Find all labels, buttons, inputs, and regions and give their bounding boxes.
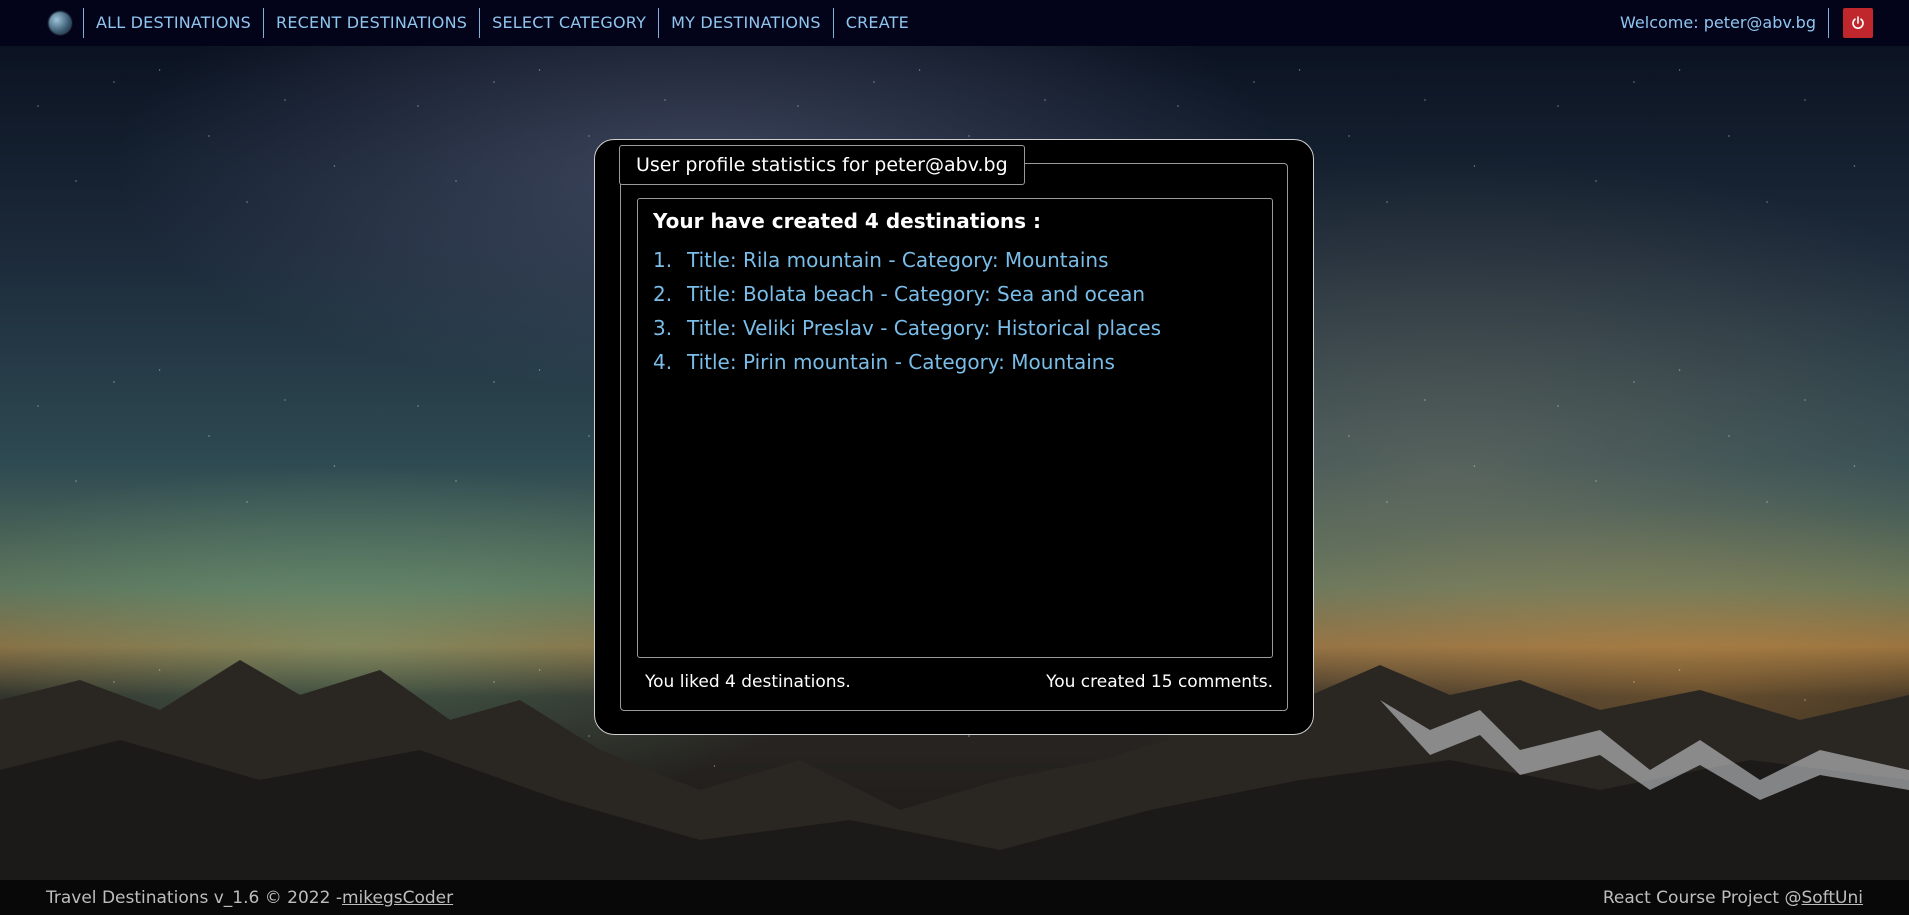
nav-all-destinations[interactable]: ALL DESTINATIONS [83, 8, 263, 38]
destinations-list: 1. Title: Rila mountain - Category: Moun… [653, 243, 1161, 379]
user-area: Welcome: peter@abv.bg [1620, 8, 1873, 38]
destination-link[interactable]: Title: Bolata beach - Category: Sea and … [687, 277, 1145, 311]
list-number: 4. [653, 350, 673, 374]
list-item[interactable]: 4. Title: Pirin mountain - Category: Mou… [653, 345, 1161, 379]
list-item[interactable]: 1. Title: Rila mountain - Category: Moun… [653, 243, 1161, 277]
logout-button[interactable] [1843, 8, 1873, 38]
list-number: 3. [653, 316, 673, 340]
list-number: 1. [653, 248, 673, 272]
profile-legend: User profile statistics for peter@abv.bg [619, 145, 1025, 185]
destination-link[interactable]: Title: Veliki Preslav - Category: Histor… [687, 311, 1161, 345]
list-number: 2. [653, 282, 673, 306]
nav-my-destinations[interactable]: MY DESTINATIONS [658, 8, 833, 38]
nav-create[interactable]: CREATE [832, 8, 921, 38]
welcome-text: Welcome: peter@abv.bg [1620, 8, 1829, 38]
globe-icon[interactable] [49, 12, 71, 34]
power-icon [1852, 16, 1864, 29]
footer-right: React Course Project @SoftUni [1603, 888, 1863, 908]
softuni-link[interactable]: SoftUni [1802, 888, 1863, 908]
author-link[interactable]: mikegsCoder [342, 888, 453, 908]
created-heading: Your have created 4 destinations : [653, 209, 1042, 233]
main-nav: ALL DESTINATIONS RECENT DESTINATIONS SEL… [83, 8, 921, 38]
nav-select-category[interactable]: SELECT CATEGORY [479, 8, 658, 38]
list-item[interactable]: 2. Title: Bolata beach - Category: Sea a… [653, 277, 1161, 311]
footer-left: Travel Destinations v_1.6 © 2022 -mikegs… [46, 888, 453, 908]
liked-count-text: You liked 4 destinations. [645, 672, 851, 692]
footer-project-text: React Course Project @ [1602, 887, 1802, 908]
destination-link[interactable]: Title: Pirin mountain - Category: Mounta… [687, 345, 1115, 379]
top-navbar: ALL DESTINATIONS RECENT DESTINATIONS SEL… [0, 0, 1909, 46]
profile-card: User profile statistics for peter@abv.bg… [594, 139, 1314, 735]
footer-copyright: Travel Destinations v_1.6 © 2022 - [46, 887, 342, 908]
footer: Travel Destinations v_1.6 © 2022 -mikegs… [0, 880, 1909, 915]
nav-recent-destinations[interactable]: RECENT DESTINATIONS [263, 8, 479, 38]
destination-link[interactable]: Title: Rila mountain - Category: Mountai… [687, 243, 1109, 277]
destinations-box: Your have created 4 destinations : 1. Ti… [637, 198, 1273, 658]
list-item[interactable]: 3. Title: Veliki Preslav - Category: His… [653, 311, 1161, 345]
comments-count-text: You created 15 comments. [1046, 672, 1273, 692]
